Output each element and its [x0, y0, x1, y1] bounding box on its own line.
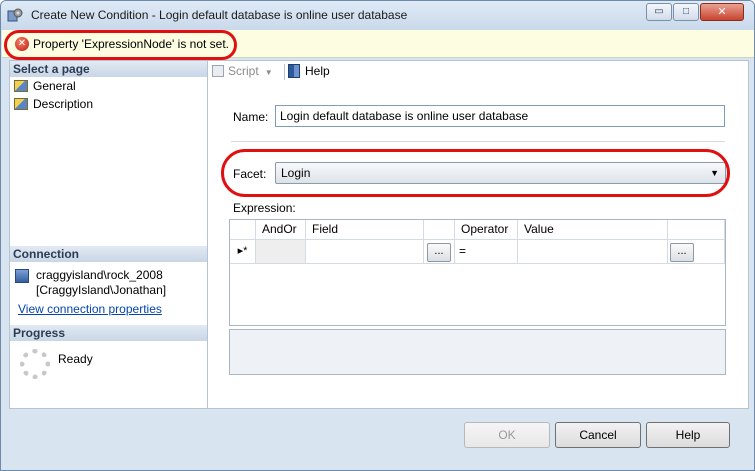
- condition-icon: [7, 8, 23, 22]
- create-new-condition-dialog: Create New Condition - Login default dat…: [0, 0, 755, 471]
- divider: [231, 141, 725, 142]
- script-icon: [212, 65, 224, 77]
- error-x-icon: ✕: [15, 37, 29, 51]
- toolbar: Script ▼ Help: [208, 61, 748, 83]
- cell-field[interactable]: [306, 240, 424, 264]
- facet-value: Login: [281, 166, 311, 180]
- progress-header: Progress: [10, 325, 207, 341]
- progress-status: Ready: [58, 352, 93, 366]
- minimize-button[interactable]: ▭: [646, 3, 672, 21]
- expression-grid: AndOr Field Operator Value ▸* ... = ...: [229, 219, 726, 326]
- field-ellipsis-button[interactable]: ...: [427, 243, 451, 262]
- name-input[interactable]: [275, 105, 725, 127]
- cancel-button[interactable]: Cancel: [555, 422, 641, 448]
- column-header-field[interactable]: Field: [306, 220, 424, 240]
- column-header-andor[interactable]: AndOr: [256, 220, 306, 240]
- connection-server: craggyisland\rock_2008: [36, 268, 163, 282]
- value-ellipsis-button[interactable]: ...: [670, 243, 694, 262]
- column-header-value[interactable]: Value: [518, 220, 668, 240]
- expression-label: Expression:: [233, 201, 296, 215]
- new-row-marker-icon: ▸*: [230, 240, 256, 264]
- dropdown-arrow-icon[interactable]: ▼: [710, 163, 719, 183]
- connection-header: Connection: [10, 246, 207, 262]
- facet-label: Facet:: [233, 167, 267, 181]
- error-message: Property 'ExpressionNode' is not set.: [33, 37, 230, 51]
- expression-description-box: [229, 329, 726, 375]
- page-item-general[interactable]: General: [14, 79, 76, 95]
- grid-corner-header: [230, 220, 256, 240]
- maximize-button[interactable]: □: [673, 3, 699, 21]
- view-connection-properties-link[interactable]: View connection properties: [18, 302, 162, 316]
- cell-andor[interactable]: [256, 240, 306, 264]
- ok-button[interactable]: OK: [464, 422, 550, 448]
- page-item-label: General: [33, 79, 76, 93]
- column-header-field-button: [424, 220, 455, 240]
- page-icon: [14, 80, 28, 92]
- column-header-value-button: [668, 220, 725, 240]
- script-label: Script: [228, 64, 259, 78]
- page-item-label: Description: [33, 97, 94, 111]
- help-label: Help: [305, 64, 330, 78]
- error-bar: ✕ Property 'ExpressionNode' is not set.: [2, 30, 754, 58]
- close-button[interactable]: ✕: [700, 3, 744, 21]
- help-footer-button[interactable]: Help: [646, 422, 730, 448]
- window-title: Create New Condition - Login default dat…: [31, 8, 408, 22]
- script-dropdown-icon[interactable]: ▼: [265, 68, 273, 77]
- main-pane: Script ▼ Help Name: Facet: Login ▼ Expres…: [208, 60, 749, 409]
- script-button[interactable]: Script ▼: [212, 64, 273, 78]
- page-item-description[interactable]: Description: [14, 97, 93, 113]
- page-icon: [14, 98, 28, 110]
- column-header-operator[interactable]: Operator: [455, 220, 518, 240]
- name-label: Name:: [233, 110, 269, 124]
- facet-dropdown[interactable]: Login ▼: [275, 162, 726, 184]
- server-icon: [15, 269, 29, 283]
- connection-user: [CraggyIsland\Jonathan]: [36, 283, 167, 297]
- progress-spinner-icon: [20, 349, 50, 379]
- left-pane: Select a page General Description Connec…: [9, 60, 208, 409]
- cell-value[interactable]: [518, 240, 668, 264]
- title-bar[interactable]: Create New Condition - Login default dat…: [1, 1, 754, 30]
- cell-operator[interactable]: =: [455, 240, 518, 264]
- help-button[interactable]: Help: [288, 64, 330, 78]
- help-book-icon: [288, 64, 300, 78]
- toolbar-separator: [284, 64, 285, 80]
- select-page-header: Select a page: [10, 61, 207, 77]
